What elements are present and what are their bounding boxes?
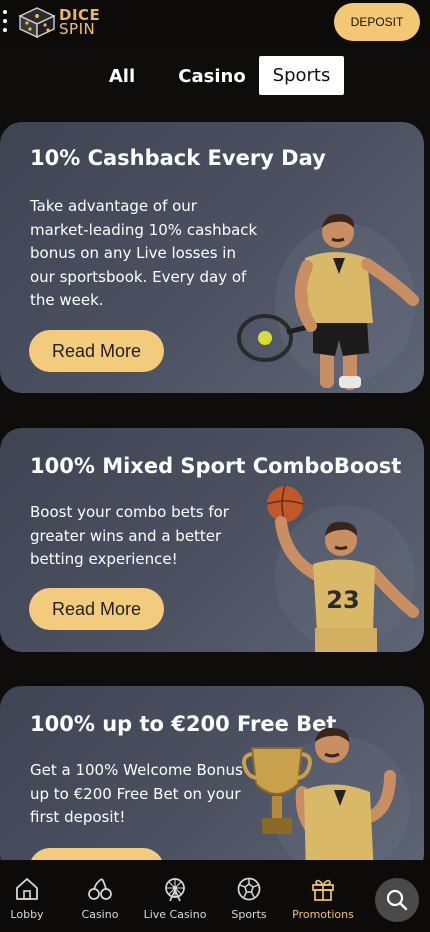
tab-sports[interactable]: Sports [259,56,344,95]
bottom-navigation: Lobby Casino Live Casino Sports Promotio… [0,860,430,932]
nav-item-promotions[interactable]: Promotions [285,860,361,932]
promotions-screen: DICE SPIN DEPOSIT All Casino Sports 10% … [0,0,430,932]
top-header: DICE SPIN DEPOSIT [0,0,430,46]
promo-description-line: our sportsbook. Every day of [30,267,247,286]
dice-logo-icon [18,7,56,39]
promo-description-line: greater wins and a better [30,526,222,545]
promo-card-cashback[interactable]: 10% Cashback Every Day Take advantage of… [0,122,424,393]
promo-description-line: Take advantage of our [30,197,197,215]
menu-icon[interactable] [2,10,8,32]
read-more-button[interactable]: Read More [29,330,164,372]
nav-item-casino[interactable]: Casino [76,860,124,932]
promo-description-line: up to €200 Free Bet on your [30,784,241,803]
promo-description-line: the week. [30,291,104,309]
tab-casino[interactable]: Casino [172,60,252,92]
logo-wordmark: DICE SPIN [59,8,100,38]
logo-text-bottom: SPIN [59,20,96,38]
nav-item-sports[interactable]: Sports [225,860,273,932]
home-icon [16,878,38,900]
search-icon [386,889,408,911]
promo-description-line: Boost your combo bets for [30,503,229,521]
promo-description: Take advantage of our market-leading 10%… [30,195,257,313]
nav-item-live-casino[interactable]: Live Casino [140,860,210,932]
promo-description-line: market-leading 10% cashback [30,220,258,239]
nav-label: Sports [231,908,267,921]
cherries-icon [88,878,112,900]
promo-description-line: bonus on any Live losses in [30,244,236,262]
trophy-player-illustration [242,727,410,876]
tab-all[interactable]: All [104,60,140,92]
promo-description-line: Get a 100% Welcome Bonus [30,761,243,779]
basketball-player-illustration: 23 [266,485,419,652]
promo-description: Boost your combo bets for greater wins a… [30,501,229,572]
gift-icon [312,879,334,901]
ferris-wheel-icon [165,878,185,902]
search-button[interactable] [375,878,419,922]
promo-description-line: first deposit! [30,808,126,826]
nav-label: Live Casino [143,908,207,921]
deposit-button[interactable]: DEPOSIT [334,3,420,41]
read-more-button[interactable]: Read More [29,588,164,630]
nav-label: Casino [81,908,119,921]
promo-card-comboboost[interactable]: 100% Mixed Sport ComboBoost Boost your c… [0,428,424,652]
promo-title: 10% Cashback Every Day [30,146,326,170]
nav-item-lobby[interactable]: Lobby [4,860,50,932]
dicespin-logo[interactable]: DICE SPIN [17,4,107,40]
promotion-filter-tabs: All Casino Sports [0,56,430,96]
promo-description: Get a 100% Welcome Bonus up to €200 Free… [30,759,243,830]
nav-label: Promotions [292,908,354,921]
promo-description-line: betting experience! [30,550,178,568]
promo-card-free-bet[interactable]: 100% up to €200 Free Bet Get a 100% Welc… [0,686,424,876]
jersey-number: 23 [326,586,359,614]
tennis-player-illustration [237,213,419,390]
soccer-ball-icon [237,877,261,901]
promo-title: 100% Mixed Sport ComboBoost [30,454,402,478]
nav-label: Lobby [10,908,44,921]
